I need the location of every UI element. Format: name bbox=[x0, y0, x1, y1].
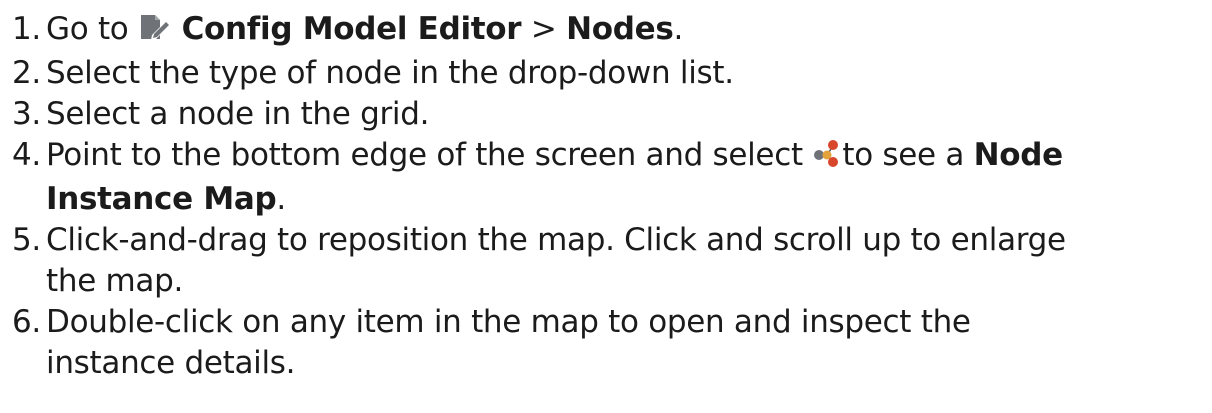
step-text: Go to bbox=[46, 11, 139, 47]
step-text: Select the type of node in the drop-down… bbox=[46, 55, 734, 91]
step-text-continued: instance details. bbox=[46, 345, 296, 381]
step-text: Point to the bottom edge of the screen a… bbox=[46, 137, 813, 173]
step-text: Click-and-drag to reposition the map. Cl… bbox=[46, 222, 1066, 258]
instance-map-label: Instance Map bbox=[46, 181, 277, 217]
step-text-continued: the map. bbox=[46, 263, 184, 299]
step-number: 4. bbox=[12, 137, 41, 173]
menu-nodes: Nodes bbox=[566, 11, 674, 47]
step-text: to see a bbox=[842, 137, 974, 173]
step-1: 1. Go to Config Model Editor > Nodes. bbox=[12, 9, 1212, 53]
step-6: 6. Double-click on any item in the map t… bbox=[12, 302, 1212, 384]
step-4: 4. Point to the bottom edge of the scree… bbox=[12, 137, 1064, 217]
step-2: 2. Select the type of node in the drop-d… bbox=[12, 53, 1212, 94]
step-text: Double-click on any item in the map to o… bbox=[46, 304, 971, 340]
step-number: 5. bbox=[12, 222, 41, 258]
step-5: 5. Click-and-drag to reposition the map.… bbox=[12, 220, 1212, 302]
node-instance-map-icon bbox=[812, 138, 842, 179]
step-number: 6. bbox=[12, 304, 41, 340]
step-text: Select a node in the grid. bbox=[46, 96, 430, 132]
node-label: Node bbox=[973, 137, 1064, 173]
step-number: 1. bbox=[12, 11, 41, 47]
instruction-steps: 1. Go to Config Model Editor > Nodes. 2.… bbox=[0, 0, 1212, 384]
step-3: 3. Select a node in the grid. bbox=[12, 94, 1212, 135]
menu-config-model-editor: Config Model Editor bbox=[181, 11, 522, 47]
breadcrumb-separator: > bbox=[521, 11, 567, 47]
step-number: 2. bbox=[12, 55, 41, 91]
editor-pencil-icon bbox=[138, 12, 172, 53]
step-number: 3. bbox=[12, 96, 41, 132]
